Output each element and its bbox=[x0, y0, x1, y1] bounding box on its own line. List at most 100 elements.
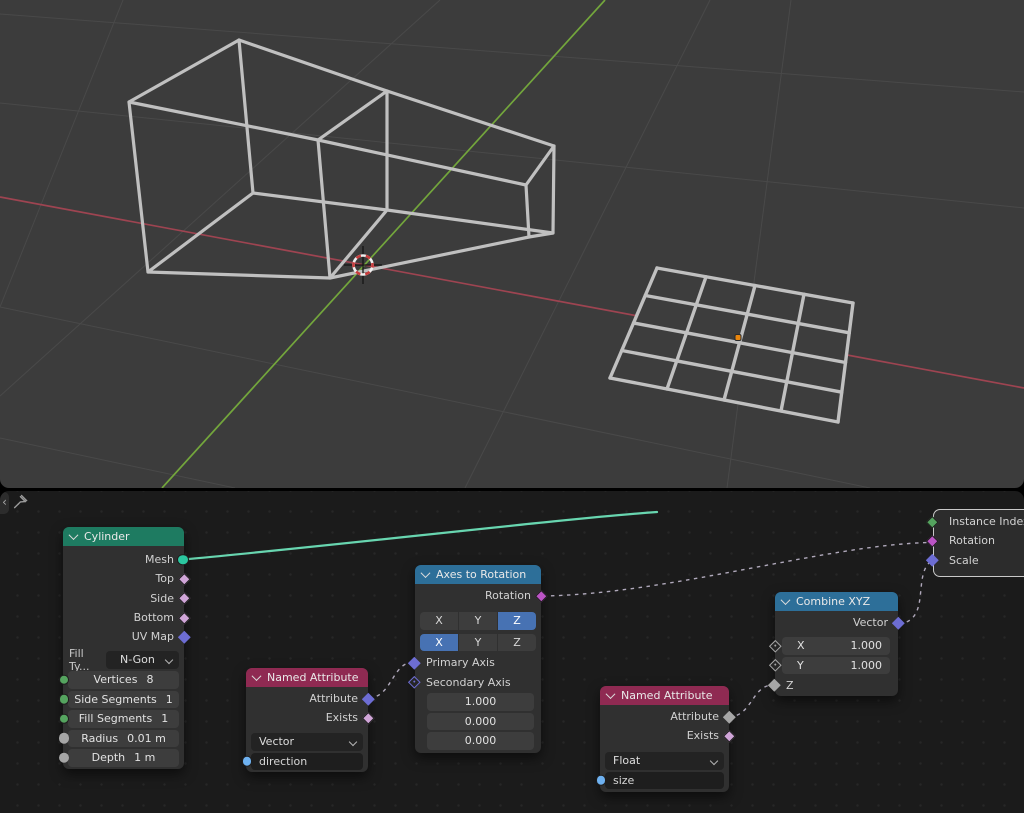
secondary-axis-buttons: X Y Z bbox=[420, 634, 536, 652]
node-title: Named Attribute bbox=[267, 671, 359, 684]
secondary-axis-y-value[interactable]: 0.000 bbox=[427, 713, 534, 731]
socket-label: UV Map bbox=[132, 630, 184, 643]
socket-label: Primary Axis bbox=[415, 656, 495, 669]
input-row-z: Z bbox=[775, 676, 898, 695]
sidebar-collapse-button[interactable]: ‹ bbox=[0, 492, 9, 514]
data-type-value: Float bbox=[613, 754, 640, 767]
node-header[interactable]: Combine XYZ bbox=[775, 592, 898, 611]
chevron-down-icon[interactable] bbox=[781, 595, 791, 605]
chevron-down-icon[interactable] bbox=[69, 530, 79, 540]
link-rotation-to-rotation bbox=[543, 543, 929, 597]
socket-y-input[interactable] bbox=[769, 659, 781, 671]
node-instancer-clipped[interactable]: Instance Index Rotation Scale bbox=[933, 509, 1024, 577]
chevron-left-icon: ‹ bbox=[2, 495, 7, 509]
output-row-attribute: Attribute bbox=[600, 707, 729, 726]
node-header[interactable]: Named Attribute bbox=[600, 686, 729, 705]
y-axis-line bbox=[162, 0, 605, 488]
socket-name-input[interactable] bbox=[596, 775, 607, 786]
fill-type-value: N-Gon bbox=[120, 653, 155, 666]
field-value: 1 m bbox=[134, 751, 155, 764]
socket-x-input[interactable] bbox=[769, 640, 781, 652]
data-type-value: Vector bbox=[259, 735, 294, 748]
data-type-dropdown[interactable]: Float bbox=[605, 752, 724, 770]
data-type-dropdown[interactable]: Vector bbox=[251, 733, 363, 751]
node-combine-xyz[interactable]: Combine XYZ Vector X 1.000 Y 1.000 Z bbox=[775, 592, 898, 696]
chevron-down-icon[interactable] bbox=[252, 671, 262, 681]
field-value: 8 bbox=[146, 673, 153, 686]
link-vector-to-scale bbox=[899, 562, 930, 624]
field-label: Side Segments bbox=[74, 693, 157, 706]
socket-side-segments-input[interactable] bbox=[59, 694, 70, 705]
value: 0.000 bbox=[465, 734, 497, 747]
field-label: Depth bbox=[92, 751, 126, 764]
socket-label: Rotation bbox=[485, 589, 541, 602]
y-value-field[interactable]: Y 1.000 bbox=[782, 657, 890, 675]
input-row-scale: Scale bbox=[934, 551, 1024, 570]
radius-field[interactable]: Radius 0.01 m bbox=[68, 730, 179, 748]
primary-axis-y-button[interactable]: Y bbox=[459, 612, 497, 630]
socket-mesh-output[interactable] bbox=[177, 554, 189, 566]
socket-radius-input[interactable] bbox=[59, 733, 70, 744]
wireframe-wedge-object[interactable] bbox=[129, 40, 554, 278]
attribute-name-value: size bbox=[613, 774, 634, 787]
wireframe-grid-object[interactable] bbox=[610, 268, 853, 422]
field-label: Radius bbox=[81, 732, 118, 745]
socket-label: Scale bbox=[934, 554, 979, 567]
node-header[interactable]: Cylinder bbox=[63, 527, 184, 546]
field-label: Y bbox=[797, 659, 804, 672]
output-row-rotation: Rotation bbox=[415, 586, 541, 605]
input-row-primary-axis: Primary Axis bbox=[415, 653, 541, 672]
attribute-name-field[interactable]: direction bbox=[251, 753, 363, 771]
socket-vertices-input[interactable] bbox=[59, 674, 70, 685]
secondary-axis-x-value[interactable]: 1.000 bbox=[427, 693, 534, 711]
secondary-axis-z-button[interactable]: Z bbox=[498, 634, 536, 652]
socket-fill-segments-input[interactable] bbox=[59, 713, 70, 724]
attribute-name-field[interactable]: size bbox=[605, 772, 724, 790]
input-row-secondary-axis: Secondary Axis bbox=[415, 673, 541, 692]
x-value-field[interactable]: X 1.000 bbox=[782, 637, 890, 655]
field-value: 0.01 m bbox=[127, 732, 166, 745]
output-row-mesh: Mesh bbox=[63, 550, 184, 569]
primary-axis-z-button[interactable]: Z bbox=[498, 612, 536, 630]
node-title: Axes to Rotation bbox=[436, 568, 526, 581]
chevron-down-icon[interactable] bbox=[606, 689, 616, 699]
field-value: 1 bbox=[161, 712, 168, 725]
node-header[interactable]: Axes to Rotation bbox=[415, 565, 541, 584]
node-cylinder[interactable]: Cylinder Mesh Top Side Bottom UV Map bbox=[63, 527, 184, 769]
secondary-axis-z-value[interactable]: 0.000 bbox=[427, 732, 534, 750]
value: 0.000 bbox=[465, 715, 497, 728]
geometry-node-editor[interactable]: ‹ Cylinder Mesh Top bbox=[0, 491, 1024, 813]
value: 1.000 bbox=[465, 695, 497, 708]
chevron-down-icon[interactable] bbox=[421, 568, 431, 578]
socket-label: Attribute bbox=[309, 692, 368, 705]
link-mesh bbox=[189, 512, 657, 559]
fill-type-dropdown[interactable]: N-Gon bbox=[106, 651, 179, 669]
socket-depth-input[interactable] bbox=[59, 752, 70, 763]
output-row-bottom: Bottom bbox=[63, 608, 184, 627]
pin-icon[interactable] bbox=[12, 493, 29, 510]
fill-type-row: Fill Ty... N-Gon bbox=[68, 651, 179, 669]
fill-segments-field[interactable]: Fill Segments 1 bbox=[68, 710, 179, 728]
node-axes-to-rotation[interactable]: Axes to Rotation Rotation X Y Z X Y Z Pr… bbox=[415, 565, 541, 753]
node-header[interactable]: Named Attribute bbox=[246, 668, 368, 687]
side-segments-field[interactable]: Side Segments 1 bbox=[68, 691, 179, 709]
chevron-down-icon bbox=[710, 757, 718, 765]
secondary-axis-y-button[interactable]: Y bbox=[459, 634, 497, 652]
vertices-field[interactable]: Vertices 8 bbox=[68, 671, 179, 689]
object-origin-dot bbox=[735, 335, 741, 341]
primary-axis-buttons: X Y Z bbox=[420, 612, 536, 630]
3d-viewport[interactable] bbox=[0, 0, 1024, 488]
input-row-instance-index: Instance Index bbox=[934, 512, 1024, 531]
field-value: 1.000 bbox=[851, 659, 883, 672]
node-named-attribute-float[interactable]: Named Attribute Attribute Exists Float s… bbox=[600, 686, 729, 792]
field-value: 1 bbox=[166, 693, 173, 706]
field-label: Fill Segments bbox=[79, 712, 152, 725]
primary-axis-x-button[interactable]: X bbox=[420, 612, 458, 630]
node-named-attribute-vector[interactable]: Named Attribute Attribute Exists Vector … bbox=[246, 668, 368, 772]
node-title: Named Attribute bbox=[621, 689, 713, 702]
secondary-axis-x-button[interactable]: X bbox=[420, 634, 458, 652]
link-attribute-to-z bbox=[729, 685, 772, 717]
depth-field[interactable]: Depth 1 m bbox=[68, 749, 179, 767]
socket-name-input[interactable] bbox=[242, 756, 253, 767]
node-title: Combine XYZ bbox=[796, 595, 870, 608]
